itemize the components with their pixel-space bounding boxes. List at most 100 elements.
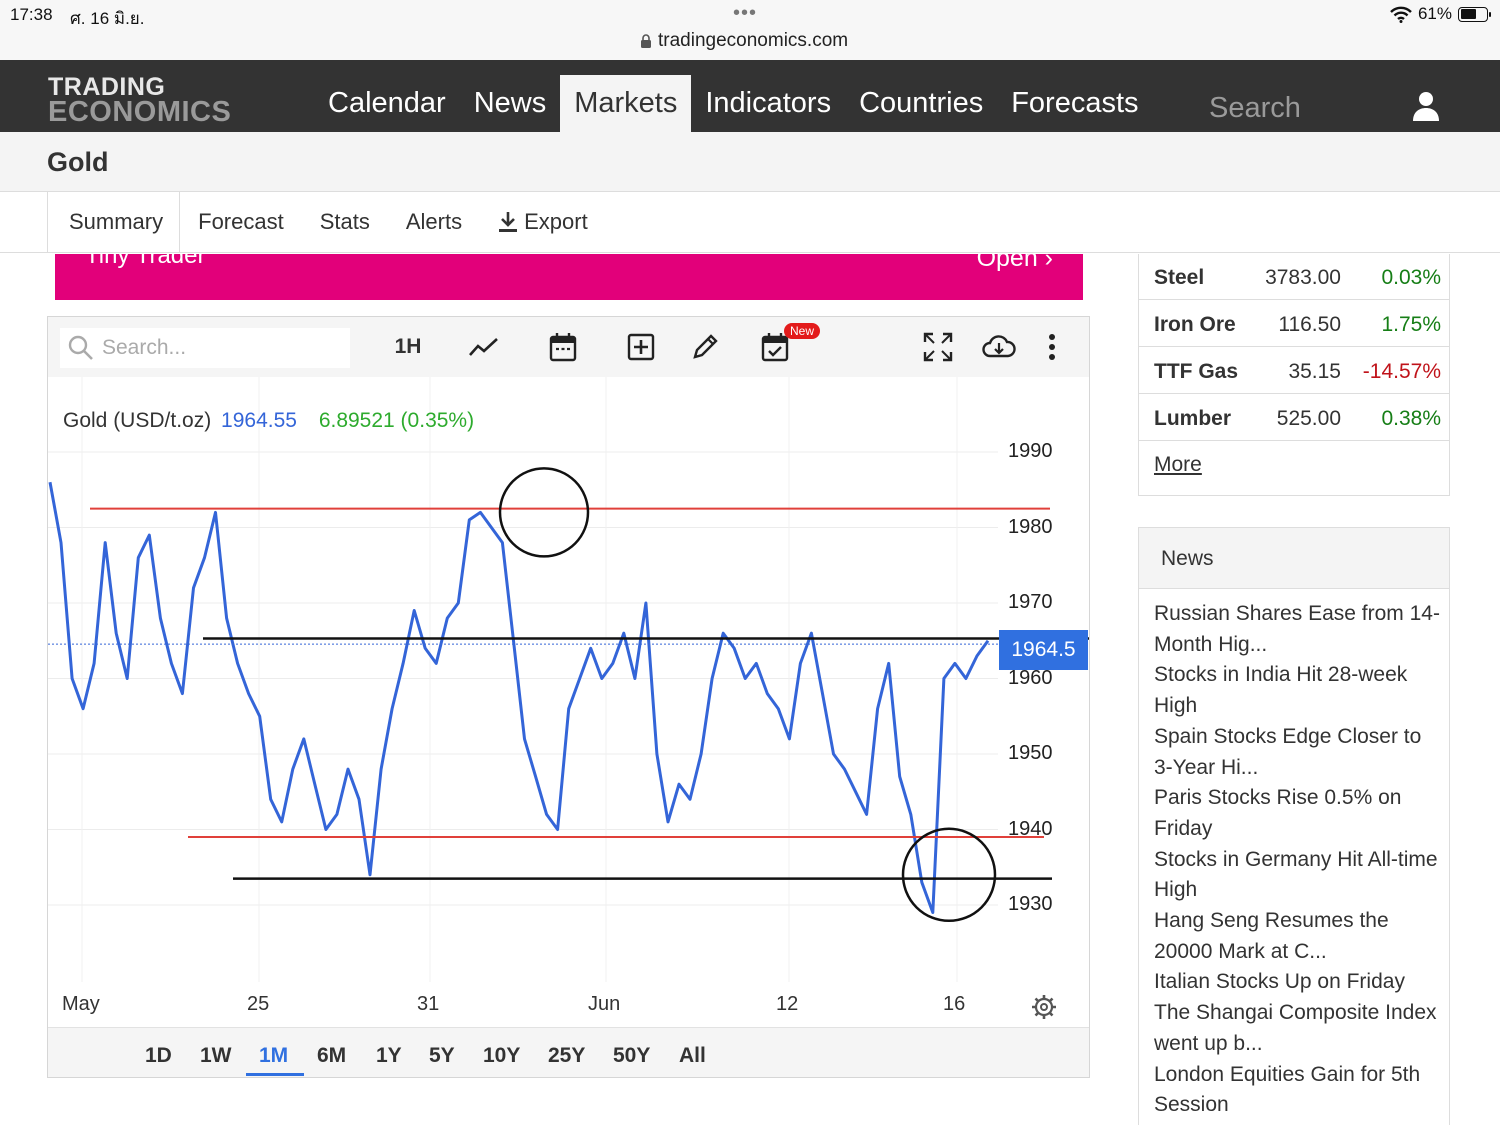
status-right: 61% xyxy=(1390,4,1491,24)
nav-news[interactable]: News xyxy=(460,75,561,132)
active-range-underline xyxy=(246,1073,304,1076)
x-tick-label: 16 xyxy=(943,993,966,1015)
y-tick-label: 1970 xyxy=(1008,591,1053,613)
chart-search-input[interactable]: Search... xyxy=(60,328,350,368)
range-6m[interactable]: 6M xyxy=(317,1044,346,1068)
nav-markets[interactable]: Markets xyxy=(560,75,692,132)
interval-button[interactable]: 1H xyxy=(388,329,428,365)
news-item[interactable]: Paris Stocks Rise 0.5% on Friday xyxy=(1154,783,1443,844)
y-tick-label: 1980 xyxy=(1008,515,1053,538)
market-name: Lumber xyxy=(1154,407,1232,430)
chart-legend: Gold (USD/t.oz) 1964.55 6.89521 (0.35%) xyxy=(63,409,474,433)
ad-banner[interactable]: Tiny Trader Open › xyxy=(55,254,1083,300)
market-row[interactable]: Lumber 525.00 0.38% xyxy=(1139,395,1449,441)
tab-alerts[interactable]: Alerts xyxy=(388,192,480,252)
status-time: 17:38 xyxy=(10,5,53,24)
vertical-dots-icon xyxy=(1049,334,1055,360)
fullscreen-icon xyxy=(923,332,953,362)
news-list: Russian Shares Ease from 14-Month Hig...… xyxy=(1139,589,1449,1121)
status-bar: 17:38 ศ. 16 มิ.ย. ••• tradingeconomics.c… xyxy=(0,0,1500,60)
news-item[interactable]: Italian Stocks Up on Friday xyxy=(1154,967,1443,998)
range-all[interactable]: All xyxy=(679,1044,706,1068)
plot-area xyxy=(48,377,998,982)
market-row[interactable]: Steel 3783.00 0.03% xyxy=(1139,254,1449,300)
range-1d[interactable]: 1D xyxy=(145,1044,172,1068)
market-value: 3783.00 xyxy=(1265,266,1341,289)
last-price-tag: 1964.5 xyxy=(999,630,1088,670)
ad-left-text: Tiny Trader xyxy=(85,254,206,269)
x-tick-label: 25 xyxy=(247,993,270,1015)
y-tick-label: 1940 xyxy=(1008,817,1053,840)
more-options-button[interactable] xyxy=(1040,329,1064,365)
nav-countries[interactable]: Countries xyxy=(845,75,997,132)
market-row[interactable]: Iron Ore 116.50 1.75% xyxy=(1139,301,1449,347)
x-tick-label: 31 xyxy=(417,993,440,1015)
new-badge: New xyxy=(784,323,821,339)
calendar-icon xyxy=(549,333,577,362)
user-icon[interactable] xyxy=(1408,88,1444,124)
x-tick-label: 12 xyxy=(776,993,799,1015)
download-button[interactable] xyxy=(980,329,1018,365)
x-tick-label: May xyxy=(62,993,100,1015)
chart-type-button[interactable] xyxy=(466,329,502,365)
market-change: 1.75% xyxy=(1381,313,1441,336)
range-50y[interactable]: 50Y xyxy=(613,1044,650,1068)
news-item[interactable]: Russian Shares Ease from 14-Month Hig... xyxy=(1154,599,1443,660)
line-chart-icon xyxy=(469,338,498,356)
market-row[interactable]: TTF Gas 35.15 -14.57% xyxy=(1139,348,1449,394)
tab-export[interactable]: Export xyxy=(480,192,606,252)
fullscreen-button[interactable] xyxy=(921,329,955,365)
draw-button[interactable] xyxy=(688,329,722,365)
plus-box-icon xyxy=(627,333,655,361)
range-1w[interactable]: 1W xyxy=(200,1044,232,1068)
gear-icon[interactable] xyxy=(1030,993,1058,1021)
nav-forecasts[interactable]: Forecasts xyxy=(997,75,1152,132)
news-item[interactable]: The Shangai Composite Index went up b... xyxy=(1154,998,1443,1059)
search-icon xyxy=(68,335,93,360)
battery-icon xyxy=(1458,6,1491,22)
range-1y[interactable]: 1Y xyxy=(376,1044,402,1068)
download-icon xyxy=(499,212,518,232)
url-text: tradingeconomics.com xyxy=(658,30,849,51)
markets-table: Steel 3783.00 0.03% Iron Ore 116.50 1.75… xyxy=(1138,254,1450,496)
battery-percent: 61% xyxy=(1417,4,1452,23)
divider xyxy=(0,252,1500,253)
market-name: Iron Ore xyxy=(1154,313,1236,336)
cloud-download-icon xyxy=(982,335,1016,358)
range-25y[interactable]: 25Y xyxy=(548,1044,585,1068)
top-nav: TRADING ECONOMICS Calendar News Markets … xyxy=(0,60,1500,136)
market-change: 0.38% xyxy=(1381,407,1441,430)
title-bar: Gold xyxy=(0,132,1500,192)
market-change: 0.03% xyxy=(1381,266,1441,289)
address-bar[interactable]: tradingeconomics.com xyxy=(640,30,848,52)
tab-stats[interactable]: Stats xyxy=(302,192,388,252)
price-chart[interactable] xyxy=(48,377,1089,1027)
x-tick-label: Jun xyxy=(588,993,621,1015)
range-5y[interactable]: 5Y xyxy=(429,1044,455,1068)
nav-calendar[interactable]: Calendar xyxy=(314,75,460,132)
y-tick-label: 1930 xyxy=(1008,893,1053,915)
ad-open-link[interactable]: Open › xyxy=(977,254,1053,273)
site-search-input[interactable]: Search xyxy=(1201,82,1383,136)
range-selector: 1D 1W 1M 6M 1Y 5Y 10Y 25Y 50Y All xyxy=(48,1027,1089,1077)
tab-forecast[interactable]: Forecast xyxy=(180,192,302,252)
news-item[interactable]: Hang Seng Resumes the 20000 Mark at C... xyxy=(1154,906,1443,967)
range-10y[interactable]: 10Y xyxy=(483,1044,520,1068)
logo[interactable]: TRADING ECONOMICS xyxy=(48,75,231,126)
date-range-button[interactable] xyxy=(546,329,580,365)
lock-icon xyxy=(641,33,651,48)
tab-summary[interactable]: Summary xyxy=(47,192,181,252)
nav-indicators[interactable]: Indicators xyxy=(691,75,845,132)
compare-button[interactable] xyxy=(624,329,658,365)
calendar-check-icon xyxy=(761,333,789,362)
sub-nav: Summary Forecast Stats Alerts Export xyxy=(47,192,606,252)
range-1m[interactable]: 1M xyxy=(259,1044,288,1068)
legend-price: 1964.55 xyxy=(221,409,297,432)
more-markets-link[interactable]: More xyxy=(1154,453,1202,477)
news-item[interactable]: London Equities Gain for 5th Session xyxy=(1154,1060,1443,1121)
market-change: -14.57% xyxy=(1362,360,1441,383)
news-item[interactable]: Spain Stocks Edge Closer to 3-Year Hi... xyxy=(1154,722,1443,783)
news-item[interactable]: Stocks in Germany Hit All-time High xyxy=(1154,845,1443,906)
news-item[interactable]: Stocks in India Hit 28-week High xyxy=(1154,660,1443,721)
more-dots-icon[interactable]: ••• xyxy=(733,2,757,25)
